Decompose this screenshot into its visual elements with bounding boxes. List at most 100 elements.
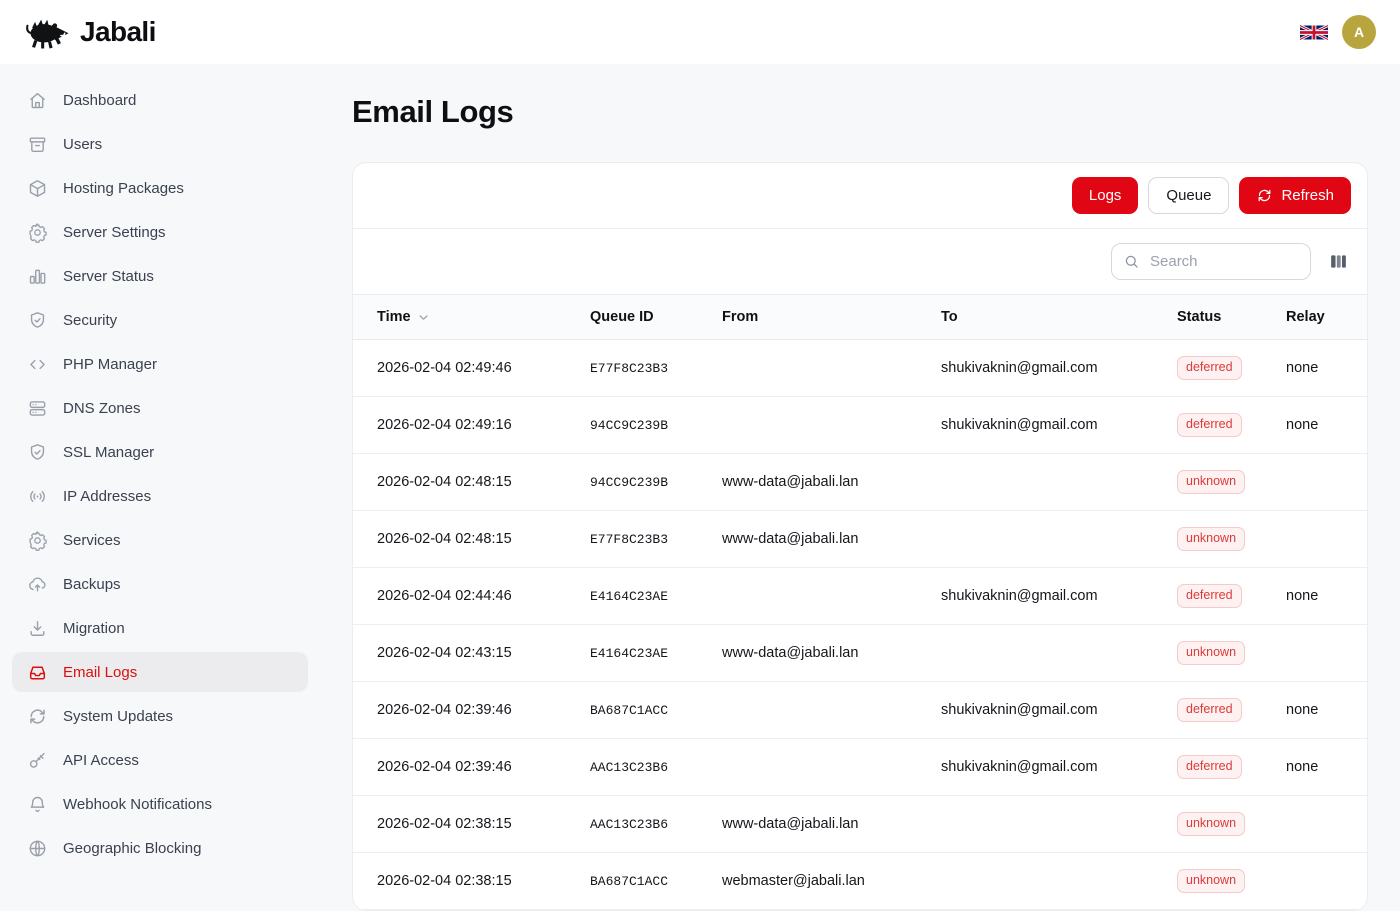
sidebar-item-dns-zones[interactable]: DNS Zones — [12, 388, 308, 428]
table-row: 2026-02-04 02:39:46 AAC13C23B6 shukivakn… — [353, 739, 1367, 796]
sidebar-item-label: Geographic Blocking — [63, 840, 201, 857]
refresh-button[interactable]: Refresh — [1239, 177, 1351, 214]
table-row: 2026-02-04 02:49:16 94CC9C239B shukivakn… — [353, 397, 1367, 454]
cell-from: www-data@jabali.lan — [722, 645, 941, 661]
cell-status: deferred — [1177, 755, 1286, 779]
cell-time: 2026-02-04 02:39:46 — [377, 759, 590, 775]
home-icon — [27, 90, 48, 111]
server-icon — [27, 398, 48, 419]
table-row: 2026-02-04 02:48:15 94CC9C239B www-data@… — [353, 454, 1367, 511]
refresh-button-label: Refresh — [1281, 188, 1334, 203]
language-flag-icon[interactable] — [1300, 23, 1328, 42]
cell-time: 2026-02-04 02:48:15 — [377, 474, 590, 490]
cell-queue-id: E4164C23AE — [590, 646, 722, 661]
sort-chevron-down-icon — [416, 310, 431, 325]
status-badge: deferred — [1177, 584, 1242, 608]
cell-from: www-data@jabali.lan — [722, 531, 941, 547]
column-header-queue-id: Queue ID — [590, 309, 722, 325]
sidebar-item-ip-addresses[interactable]: IP Addresses — [12, 476, 308, 516]
sidebar-item-backups[interactable]: Backups — [12, 564, 308, 604]
sidebar-item-geographic-blocking[interactable]: Geographic Blocking — [12, 828, 308, 868]
cell-time: 2026-02-04 02:44:46 — [377, 588, 590, 604]
sidebar-item-users[interactable]: Users — [12, 124, 308, 164]
table-body: 2026-02-04 02:49:46 E77F8C23B3 shukivakn… — [353, 340, 1367, 910]
cell-status: unknown — [1177, 641, 1286, 665]
table-row: 2026-02-04 02:48:15 E77F8C23B3 www-data@… — [353, 511, 1367, 568]
cell-queue-id: AAC13C23B6 — [590, 817, 722, 832]
cell-relay: none — [1286, 702, 1367, 718]
cell-queue-id: BA687C1ACC — [590, 703, 722, 718]
cell-status: unknown — [1177, 527, 1286, 551]
sidebar-item-services[interactable]: Services — [12, 520, 308, 560]
shield-check-icon — [27, 310, 48, 331]
cell-time: 2026-02-04 02:39:46 — [377, 702, 590, 718]
status-badge: deferred — [1177, 356, 1242, 380]
cell-queue-id: E77F8C23B3 — [590, 361, 722, 376]
sidebar-item-dashboard[interactable]: Dashboard — [12, 80, 308, 120]
column-header-time[interactable]: Time — [377, 309, 590, 325]
sidebar-item-api-access[interactable]: API Access — [12, 740, 308, 780]
sidebar-item-label: Users — [63, 136, 102, 153]
sidebar-item-server-settings[interactable]: Server Settings — [12, 212, 308, 252]
cell-relay: none — [1286, 417, 1367, 433]
columns-toggle-button[interactable] — [1326, 249, 1351, 274]
column-header-status: Status — [1177, 309, 1286, 325]
table-header-row: Time Queue ID From To Status Relay — [353, 294, 1367, 340]
brand-name: Jabali — [80, 16, 156, 48]
email-logs-card: Logs Queue Refresh — [352, 162, 1368, 911]
status-badge: deferred — [1177, 698, 1242, 722]
logs-button-label: Logs — [1089, 188, 1122, 203]
cell-to: shukivaknin@gmail.com — [941, 417, 1177, 433]
broadcast-icon — [27, 486, 48, 507]
sidebar-item-ssl-manager[interactable]: SSL Manager — [12, 432, 308, 472]
gear-icon — [27, 530, 48, 551]
search-row — [353, 229, 1367, 294]
sidebar-item-label: Security — [63, 312, 117, 329]
cell-relay: none — [1286, 360, 1367, 376]
cell-time: 2026-02-04 02:43:15 — [377, 645, 590, 661]
cell-status: unknown — [1177, 470, 1286, 494]
status-badge: deferred — [1177, 413, 1242, 437]
sidebar-item-email-logs[interactable]: Email Logs — [12, 652, 308, 692]
sidebar-item-server-status[interactable]: Server Status — [12, 256, 308, 296]
globe-icon — [27, 838, 48, 859]
cell-status: deferred — [1177, 698, 1286, 722]
bar-chart-icon — [27, 266, 48, 287]
table-row: 2026-02-04 02:39:46 BA687C1ACC shukivakn… — [353, 682, 1367, 739]
cloud-up-icon — [27, 574, 48, 595]
cell-relay: none — [1286, 588, 1367, 604]
refresh-icon — [1256, 187, 1273, 204]
sidebar-item-label: Email Logs — [63, 664, 137, 681]
sidebar-item-label: API Access — [63, 752, 139, 769]
cell-time: 2026-02-04 02:48:15 — [377, 531, 590, 547]
logs-tab-button[interactable]: Logs — [1072, 177, 1139, 214]
status-badge: unknown — [1177, 812, 1245, 836]
package-icon — [27, 178, 48, 199]
inbox-icon — [27, 662, 48, 683]
cell-queue-id: AAC13C23B6 — [590, 760, 722, 775]
cell-from: www-data@jabali.lan — [722, 474, 941, 490]
status-badge: unknown — [1177, 641, 1245, 665]
search-icon — [1123, 253, 1140, 270]
status-badge: unknown — [1177, 527, 1245, 551]
search-input[interactable] — [1148, 252, 1299, 271]
sidebar-item-webhook-notifications[interactable]: Webhook Notifications — [12, 784, 308, 824]
sidebar-item-hosting-packages[interactable]: Hosting Packages — [12, 168, 308, 208]
avatar[interactable]: A — [1342, 15, 1376, 49]
cell-queue-id: E4164C23AE — [590, 589, 722, 604]
table-row: 2026-02-04 02:43:15 E4164C23AE www-data@… — [353, 625, 1367, 682]
cell-status: unknown — [1177, 812, 1286, 836]
cell-time: 2026-02-04 02:38:15 — [377, 816, 590, 832]
status-badge: unknown — [1177, 470, 1245, 494]
sidebar-item-label: Backups — [63, 576, 121, 593]
sidebar-item-system-updates[interactable]: System Updates — [12, 696, 308, 736]
sidebar-item-label: Server Settings — [63, 224, 166, 241]
cell-time: 2026-02-04 02:49:46 — [377, 360, 590, 376]
bell-icon — [27, 794, 48, 815]
sidebar-item-label: Dashboard — [63, 92, 136, 109]
cell-queue-id: 94CC9C239B — [590, 418, 722, 433]
sidebar-item-php-manager[interactable]: PHP Manager — [12, 344, 308, 384]
queue-tab-button[interactable]: Queue — [1148, 177, 1229, 214]
sidebar-item-security[interactable]: Security — [12, 300, 308, 340]
sidebar-item-migration[interactable]: Migration — [12, 608, 308, 648]
